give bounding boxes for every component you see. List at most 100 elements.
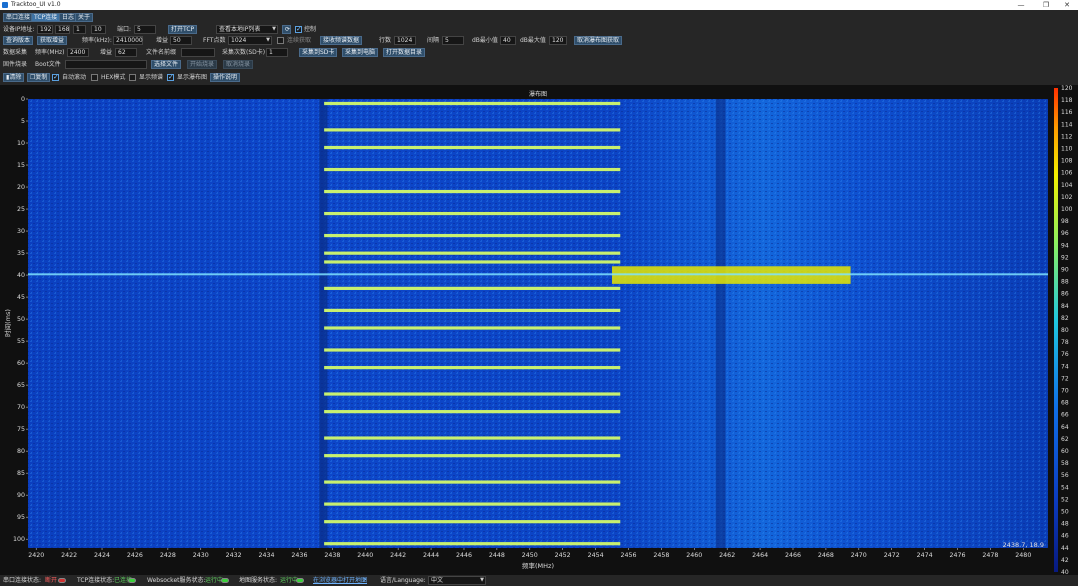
signal-burst: [324, 520, 621, 524]
db-min-input[interactable]: 40: [500, 36, 516, 45]
choose-file-button[interactable]: 选择文件: [151, 60, 182, 69]
operation-guide-button[interactable]: 操作说明: [210, 73, 241, 82]
minimize-button[interactable]: —: [1010, 0, 1032, 10]
colorbar-tick-label: 116: [1061, 109, 1073, 116]
colorbar-tick-label: 100: [1061, 206, 1073, 213]
capture-row: 数据采集 频率(MHz) 2400 增益 62 文件名前缀 采集次数(SD卡) …: [0, 47, 1078, 58]
ip-octet-3[interactable]: 1: [73, 25, 86, 34]
language-select[interactable]: 中文: [428, 576, 486, 585]
colorbar-tick-label: 118: [1061, 97, 1073, 104]
freq-khz-input[interactable]: 2410000: [113, 36, 143, 45]
interval-input[interactable]: 5: [442, 36, 464, 45]
close-button[interactable]: ✕: [1056, 0, 1078, 10]
copy-button[interactable]: ❐复制: [27, 73, 51, 82]
colorbar-tick-label: 92: [1061, 254, 1069, 261]
autoscroll-checkbox[interactable]: [52, 73, 59, 82]
colorbar-tick-label: 112: [1061, 133, 1073, 140]
freq-khz-label: 频率(kHz):: [82, 37, 112, 44]
open-tcp-button[interactable]: 打开TCP: [168, 25, 198, 34]
colorbar-tick-label: 72: [1061, 375, 1069, 382]
serial-status-label: 串口连接状态:: [3, 577, 42, 584]
rows-input[interactable]: 1024: [394, 36, 416, 45]
colorbar-tick-label: 114: [1061, 121, 1073, 128]
clear-button[interactable]: ▮清除: [3, 73, 25, 82]
get-gain-button[interactable]: 获取增益: [37, 36, 68, 45]
db-max-input[interactable]: 120: [549, 36, 567, 45]
x-tick-label: 2442: [390, 552, 406, 559]
capture-count-input[interactable]: 1: [266, 48, 288, 57]
control-checkbox[interactable]: [295, 25, 302, 34]
external-link-icon: ↗: [362, 577, 368, 584]
query-version-button[interactable]: 查询版本: [3, 36, 34, 45]
refresh-icon[interactable]: ⟳: [282, 25, 291, 34]
freq-mhz-input[interactable]: 2400: [67, 48, 89, 57]
show-waterfall-checkbox[interactable]: [167, 73, 174, 82]
spectrum-row: 查询版本 获取增益 频率(kHz): 2410000 增益 50 FFT点数 1…: [0, 35, 1078, 46]
open-map-link[interactable]: 在浏览器中打开地图: [313, 576, 367, 585]
ip-octet-4[interactable]: 10: [91, 25, 106, 34]
colorbar-tick-label: 52: [1061, 496, 1069, 503]
start-flash-button[interactable]: 开始烧录: [187, 60, 218, 69]
colorbar-tick-label: 106: [1061, 170, 1073, 177]
app-icon: [2, 2, 8, 8]
colorbar-tick-label: 104: [1061, 182, 1073, 189]
open-data-dir-button[interactable]: 打开数据目录: [383, 48, 426, 57]
colorbar-tick-label: 68: [1061, 400, 1069, 407]
view-options-row: ▮清除 ❐复制 自动滚动 HEX模式 显示频谱 显示瀑布图 操作说明: [0, 72, 1078, 83]
firmware-row: 固件烧录 Boot文件 选择文件 开始烧录 取消烧录: [0, 59, 1078, 70]
x-tick-label: 2480: [1015, 552, 1031, 559]
y-tick-label: 45: [17, 294, 25, 301]
hex-checkbox[interactable]: [91, 74, 98, 81]
colorbar-tick-label: 76: [1061, 351, 1069, 358]
interval-label: 间隔: [427, 37, 440, 44]
x-tick-label: 2476: [950, 552, 966, 559]
x-tick-label: 2450: [522, 552, 538, 559]
fft-select[interactable]: 1024: [228, 36, 272, 45]
tab-about[interactable]: 关于: [75, 13, 94, 22]
colorbar-tick-label: 108: [1061, 158, 1073, 165]
chart-title: 瀑布图: [529, 90, 547, 98]
cancel-flash-button[interactable]: 取消烧录: [223, 60, 254, 69]
capture-to-sd-button[interactable]: 采集到SD卡: [299, 48, 338, 57]
rows-label: 行数: [379, 37, 392, 44]
boot-file-input[interactable]: [65, 60, 147, 69]
signal-burst: [324, 189, 621, 194]
waterfall-svg[interactable]: 瀑布图 2420 2422 2424 2426 2428 2430 2432 2434 2436…: [0, 85, 1078, 576]
tcp-row: 设备IP地址: 192 168 1 10 端口: 5 打开TCP 查看本地IP列…: [0, 24, 1078, 35]
tab-serial[interactable]: 串口连接: [3, 13, 34, 22]
map-status-led: [296, 578, 304, 583]
continuous-label: 连续获取: [287, 37, 312, 44]
waterfall-chart[interactable]: 瀑布图 2420 2422 2424 2426 2428 2430 2432 2434 2436…: [0, 85, 1078, 576]
ip-octet-1[interactable]: 192: [37, 25, 53, 34]
colorbar-tick-label: 64: [1061, 424, 1069, 431]
cancel-waterfall-button[interactable]: 取消瀑布图获取: [574, 36, 623, 45]
show-spectrum-checkbox[interactable]: [129, 74, 136, 81]
signal-burst: [324, 502, 621, 506]
y-tick-label: 40: [17, 272, 25, 279]
x-tick-label: 2432: [226, 552, 242, 559]
capture-to-pc-button[interactable]: 采集到电脑: [342, 48, 379, 57]
signal-burst: [324, 366, 621, 370]
y-tick-label: 80: [17, 448, 25, 455]
y-axis-label: 时间(ms): [3, 309, 12, 337]
colorbar-tick-label: 88: [1061, 279, 1069, 286]
colorbar-tick-label: 42: [1061, 557, 1069, 564]
maximize-button[interactable]: ❐: [1035, 0, 1057, 10]
port-input[interactable]: 5: [134, 25, 156, 34]
colorbar-tick-label: 44: [1061, 545, 1069, 552]
colorbar-tick-label: 62: [1061, 436, 1069, 443]
receive-spectrum-button[interactable]: 接收频谱数据: [320, 36, 363, 45]
ip-octet-2[interactable]: 168: [55, 25, 70, 34]
capture-gain-input[interactable]: 62: [115, 48, 137, 57]
colorbar-strip: [1054, 88, 1058, 572]
tab-tcp[interactable]: TCP连接: [31, 13, 61, 22]
file-prefix-input[interactable]: [181, 48, 215, 57]
x-tick-label: 2454: [588, 552, 604, 559]
signal-burst: [324, 128, 621, 132]
x-tick-label: 2464: [752, 552, 768, 559]
continuous-checkbox[interactable]: [277, 37, 284, 44]
x-tick-label: 2434: [259, 552, 275, 559]
signal-burst: [324, 542, 621, 546]
local-ip-select[interactable]: 查看本地IP列表: [216, 25, 278, 34]
gain-input[interactable]: 50: [170, 36, 192, 45]
